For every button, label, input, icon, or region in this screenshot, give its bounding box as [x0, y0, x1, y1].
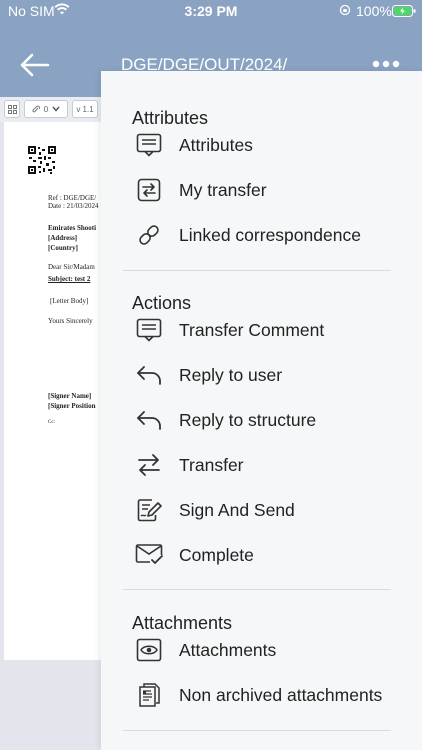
doc-recipient: Emirates Shooti [48, 224, 97, 232]
doc-date: Date : 21/03/2024 [48, 202, 99, 210]
doc-subject: Subject: test 2 [48, 275, 91, 283]
menu-item-label: Complete [179, 544, 254, 565]
doc-ref: Ref : DGE/DGE/ [48, 194, 97, 202]
menu-item-label: Attributes [179, 134, 253, 155]
attributes-icon [134, 130, 164, 160]
orientation-lock-icon [339, 4, 351, 16]
menu-item-label: Reply to user [179, 364, 283, 385]
section-divider [123, 589, 391, 590]
menu-item-non-archived-attachments[interactable]: Non archived attachments [132, 677, 412, 713]
comment-icon [134, 315, 164, 345]
sign-icon [134, 495, 164, 525]
menu-item-linked-correspondence[interactable]: Linked correspondence [132, 217, 412, 253]
doc-signer-position: [Signer Position [48, 402, 96, 410]
menu-item-label: Transfer [179, 454, 244, 475]
menu-item-label: Reply to structure [179, 409, 317, 430]
menu-item-label: Sign And Send [179, 499, 295, 520]
menu-item-transfer-comment[interactable]: Transfer Comment [132, 312, 412, 348]
section-title-actions: Actions [132, 293, 192, 313]
doc-body: [Letter Body] [50, 297, 89, 305]
menu-item-label: Transfer Comment [179, 319, 325, 340]
menu-item-label: Linked correspondence [179, 224, 361, 245]
grid-icon [7, 104, 17, 114]
chevron-down-icon [52, 106, 60, 112]
menu-item-my-transfer[interactable]: My transfer [132, 172, 412, 208]
menu-item-reply-to-user[interactable]: Reply to user [132, 357, 412, 393]
menu-item-attachments[interactable]: Attachments [132, 632, 412, 668]
doc-country: [Country] [48, 244, 78, 252]
section-divider [123, 730, 391, 731]
menu-item-transfer[interactable]: Transfer [132, 447, 412, 483]
section-divider [123, 270, 391, 271]
grid-view-button[interactable] [4, 100, 20, 118]
menu-item-label: Attachments [179, 639, 277, 660]
version-selector[interactable]: v 1.1 [72, 100, 98, 118]
status-bar: No SIM 3:29 PM 100% [0, 0, 422, 24]
paperclip-icon [32, 105, 40, 112]
attachments-dropdown[interactable]: 0 [24, 100, 68, 118]
doc-closing: Yours Sincerely [48, 317, 93, 325]
battery-icon [392, 5, 416, 17]
menu-item-complete[interactable]: Complete [132, 537, 412, 573]
doc-address: [Address] [48, 234, 78, 242]
doc-salutation: Dear Sir/Madam [48, 263, 95, 271]
section-title-attachments: Attachments [132, 613, 233, 633]
transfer-icon [134, 450, 164, 480]
section-title-attributes: Attributes [132, 108, 209, 128]
link-icon [134, 220, 164, 250]
menu-item-attributes[interactable]: Attributes [132, 127, 412, 163]
doc-cc: Cc: [48, 420, 55, 425]
document-icon [134, 680, 164, 710]
back-button[interactable] [18, 52, 54, 80]
document-toolbar: 0 v 1.1 [0, 97, 101, 122]
battery-percent: 100% [356, 3, 392, 19]
reply-icon [134, 405, 164, 435]
menu-item-sign-and-send[interactable]: Sign And Send [132, 492, 412, 528]
reply-icon [134, 360, 164, 390]
complete-icon [134, 540, 164, 570]
document-preview[interactable]: Ref : DGE/DGE/ Date : 21/03/2024 Emirate… [4, 122, 101, 660]
options-menu: Attributes Attributes My transfer Linked… [101, 71, 422, 750]
doc-signer-name: [Signer Name] [48, 392, 92, 400]
attachments-count: 0 [43, 104, 49, 114]
my-transfer-icon [134, 175, 164, 205]
menu-item-label: Non archived attachments [179, 684, 383, 705]
more-options-button[interactable] [372, 59, 400, 69]
menu-item-label: My transfer [179, 179, 267, 200]
version-label: v 1.1 [76, 104, 94, 114]
qr-code [28, 146, 56, 174]
menu-item-reply-to-structure[interactable]: Reply to structure [132, 402, 412, 438]
eye-icon [134, 635, 164, 665]
